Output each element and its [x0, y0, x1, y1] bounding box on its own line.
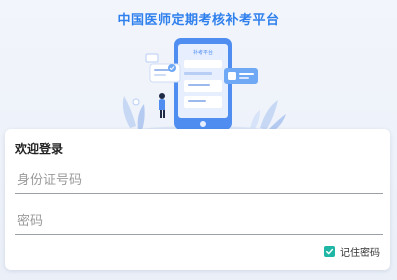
- login-card: 欢迎登录 记住密码: [5, 129, 390, 270]
- phone-screen-label: 补考平台: [193, 49, 213, 56]
- login-phone-illustration: 补考平台: [122, 38, 286, 138]
- password-input[interactable]: [15, 208, 383, 235]
- id-number-input[interactable]: [15, 167, 383, 194]
- remember-password-label: 记住密码: [340, 248, 380, 259]
- remember-password-toggle[interactable]: 记住密码: [324, 244, 380, 259]
- checkbox-checked-icon[interactable]: [324, 246, 335, 257]
- login-title: 欢迎登录: [15, 142, 64, 156]
- app-title: 中国医师定期考核补考平台: [117, 13, 280, 28]
- login-page: 中国医师定期考核补考平台 补考平台 欢迎登录 身份证号码 记住密码: [0, 0, 397, 280]
